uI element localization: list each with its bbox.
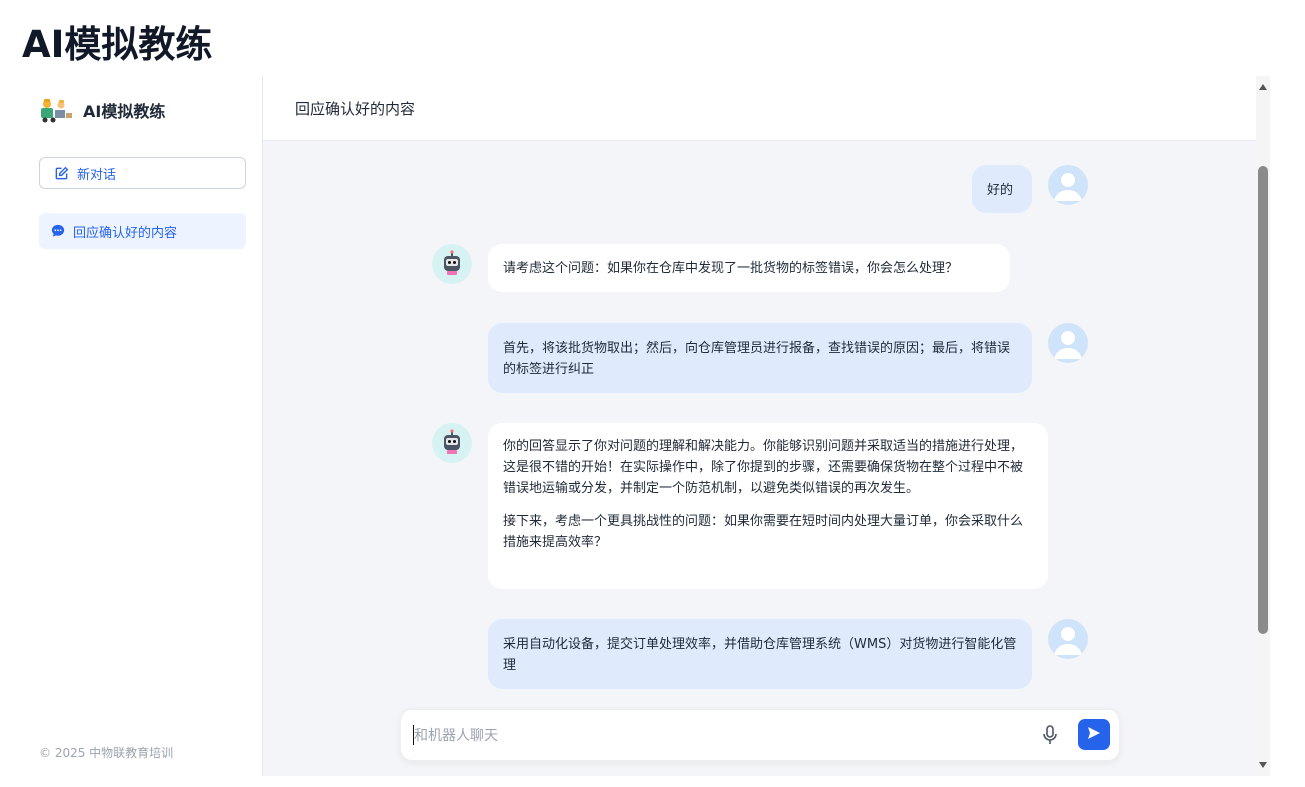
conversation-item[interactable]: 回应确认好的内容: [39, 213, 246, 249]
message-text: 好的: [987, 183, 1014, 198]
user-message: 首先，将该批货物取出；然后，向仓库管理员进行报备，查找错误的原因；最后，将错误的…: [488, 323, 1032, 393]
message-paragraph: 接下来，考虑一个更具挑战性的问题：如果你需要在短时间内处理大量订单，你会采取什么…: [503, 514, 1024, 550]
send-icon: [1086, 725, 1102, 745]
chat-input-bar: [400, 709, 1120, 761]
bot-message: 请考虑这个问题：如果你在仓库中发现了一批货物的标签错误，你会怎么处理？: [488, 244, 1010, 292]
message-paragraph: 你的回答显示了你对问题的理解和解决能力。你能够识别问题并采取适当的措施进行处理，…: [503, 439, 1024, 496]
user-message: 采用自动化设备，提交订单处理效率，并借助仓库管理系统（WMS）对货物进行智能化管…: [488, 619, 1032, 689]
chat-input[interactable]: [414, 724, 1014, 748]
copyright-footer: © 2025 中物联教育培训: [39, 746, 174, 760]
send-button[interactable]: [1078, 719, 1110, 750]
brand-logo-icon: [39, 96, 73, 124]
scrollbar[interactable]: [1256, 76, 1270, 776]
brand-name: AI模拟教练: [83, 102, 166, 121]
bot-message: 你的回答显示了你对问题的理解和解决能力。你能够识别问题并采取适当的措施进行处理，…: [488, 423, 1048, 589]
page-title: AI模拟教练: [22, 23, 213, 66]
sidebar: AI模拟教练 新对话 回应确认好的内容 © 2025 中物联教育培训: [0, 76, 263, 776]
user-avatar-icon: [1048, 165, 1088, 205]
user-message: 好的: [972, 165, 1032, 213]
chat-title: 回应确认好的内容: [295, 99, 416, 118]
new-chat-label: 新对话: [77, 167, 117, 183]
message-text: 请考虑这个问题：如果你在仓库中发现了一批货物的标签错误，你会怎么处理？: [503, 261, 959, 276]
scroll-up-arrow-icon[interactable]: [1259, 84, 1267, 90]
brand: AI模拟教练: [39, 96, 165, 124]
chat-bubble-icon: [51, 224, 65, 238]
chat-area: 回应确认好的内容 好的 请考虑这个问题：如果你在仓库中发现了一批货物的标签错误，…: [263, 76, 1256, 776]
new-chat-button[interactable]: 新对话: [39, 157, 246, 189]
user-avatar-icon: [1048, 619, 1088, 659]
message-text: 首先，将该批货物取出；然后，向仓库管理员进行报备，查找错误的原因；最后，将错误的…: [503, 341, 1011, 377]
user-avatar-icon: [1048, 323, 1088, 363]
edit-icon: [54, 166, 69, 181]
message-text: 采用自动化设备，提交订单处理效率，并借助仓库管理系统（WMS）对货物进行智能化管…: [503, 637, 1017, 673]
chat-header: 回应确认好的内容: [263, 76, 1256, 141]
scroll-down-arrow-icon[interactable]: [1259, 762, 1267, 768]
robot-avatar-icon: [432, 423, 472, 463]
scroll-thumb[interactable]: [1258, 166, 1268, 634]
robot-avatar-icon: [432, 244, 472, 284]
text-caret: [413, 725, 414, 745]
conversation-label: 回应确认好的内容: [73, 225, 178, 241]
microphone-icon[interactable]: [1040, 724, 1060, 746]
